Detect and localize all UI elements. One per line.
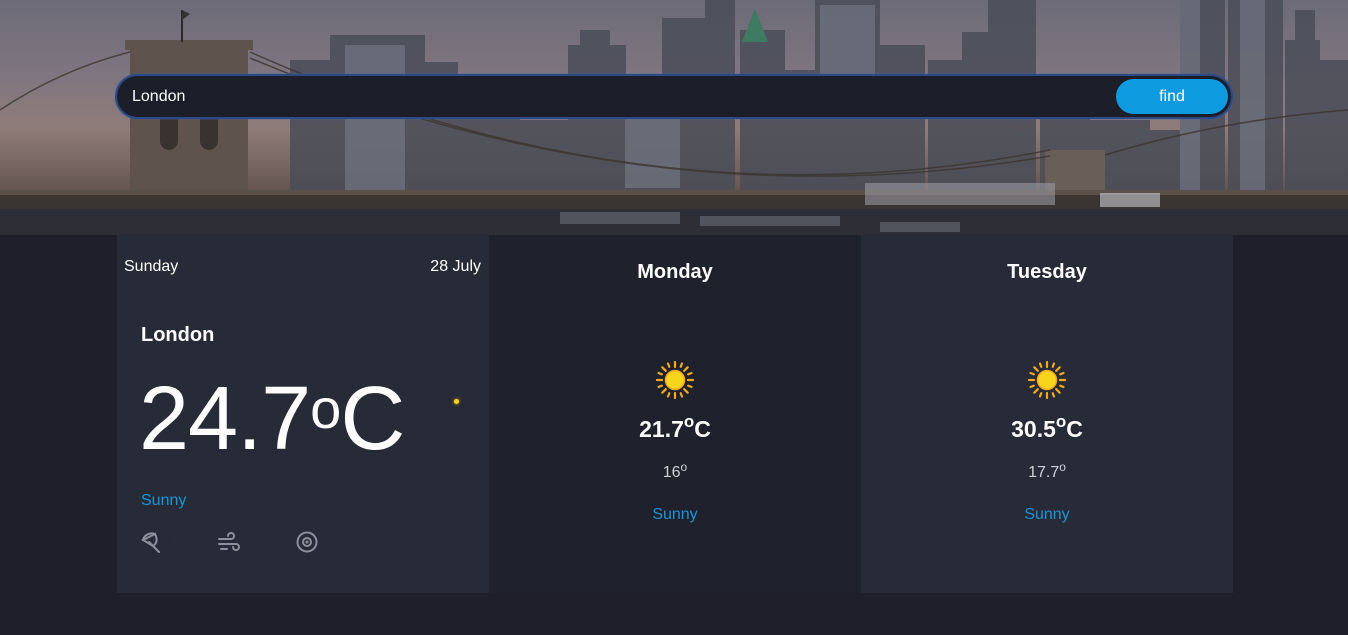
city-name: London <box>141 324 215 346</box>
degree-symbol: o <box>1059 460 1066 474</box>
degree-symbol: o <box>680 460 688 474</box>
wind-icon <box>218 532 241 551</box>
compass-icon <box>296 531 318 553</box>
sun-icon <box>454 399 459 404</box>
forecast-high-value: 21.7 <box>639 416 684 442</box>
direction-value: SSE <box>324 533 355 551</box>
forecast-low-value: 17.7 <box>1028 464 1060 481</box>
rain-value: 2.9% <box>169 533 204 551</box>
forecast-high-temperature: 30.5oC <box>861 412 1233 443</box>
forecast-high-temperature: 21.7oC <box>489 412 861 443</box>
wind-value: 4.7/h <box>247 533 281 551</box>
forecast-day-label: Monday <box>637 261 713 283</box>
find-button[interactable]: find <box>1116 79 1228 114</box>
forecast-day-label: Tuesday <box>1007 261 1087 283</box>
umbrella-icon <box>140 532 160 553</box>
forecast-low-temperature: 17.7o <box>861 460 1233 482</box>
degree-symbol: o <box>310 377 341 440</box>
temperature-unit: C <box>340 369 405 469</box>
temperature-unit: C <box>694 416 711 442</box>
sun-icon <box>655 360 695 400</box>
forecast-low-value: 16 <box>662 464 681 481</box>
direction-stat: SSE <box>295 530 355 554</box>
search-input[interactable] <box>132 76 1112 117</box>
weather-stats: 2.9% 4.7/h SSE <box>139 530 369 554</box>
current-temperature: 24.7oC <box>139 369 405 469</box>
degree-symbol: o <box>1055 412 1067 431</box>
forecast-condition: Sunny <box>652 506 698 523</box>
forecast-card-tuesday: Tuesday 30.5oC 17.7o Sunny <box>861 235 1233 593</box>
wind-stat: 4.7/h <box>217 530 281 554</box>
forecast-high-value: 30.5 <box>1011 416 1056 442</box>
today-date-label: 28 July <box>430 258 481 275</box>
rain-stat: 2.9% <box>139 530 203 554</box>
forecast-condition: Sunny <box>1024 506 1070 523</box>
temperature-unit: C <box>1066 416 1083 442</box>
degree-symbol: o <box>683 412 695 431</box>
today-condition: Sunny <box>141 492 187 509</box>
forecast-low-temperature: 16o <box>489 460 861 482</box>
sun-icon <box>1027 360 1067 400</box>
current-temperature-value: 24.7 <box>139 369 311 469</box>
today-card: Sunday 28 July London 24.7oC Sunny 2.9% <box>117 235 489 593</box>
today-day-label: Sunday <box>124 258 179 275</box>
search-bar: find <box>115 74 1233 119</box>
forecast-card-monday: Monday 21.7oC 16o Sunny <box>489 235 861 593</box>
